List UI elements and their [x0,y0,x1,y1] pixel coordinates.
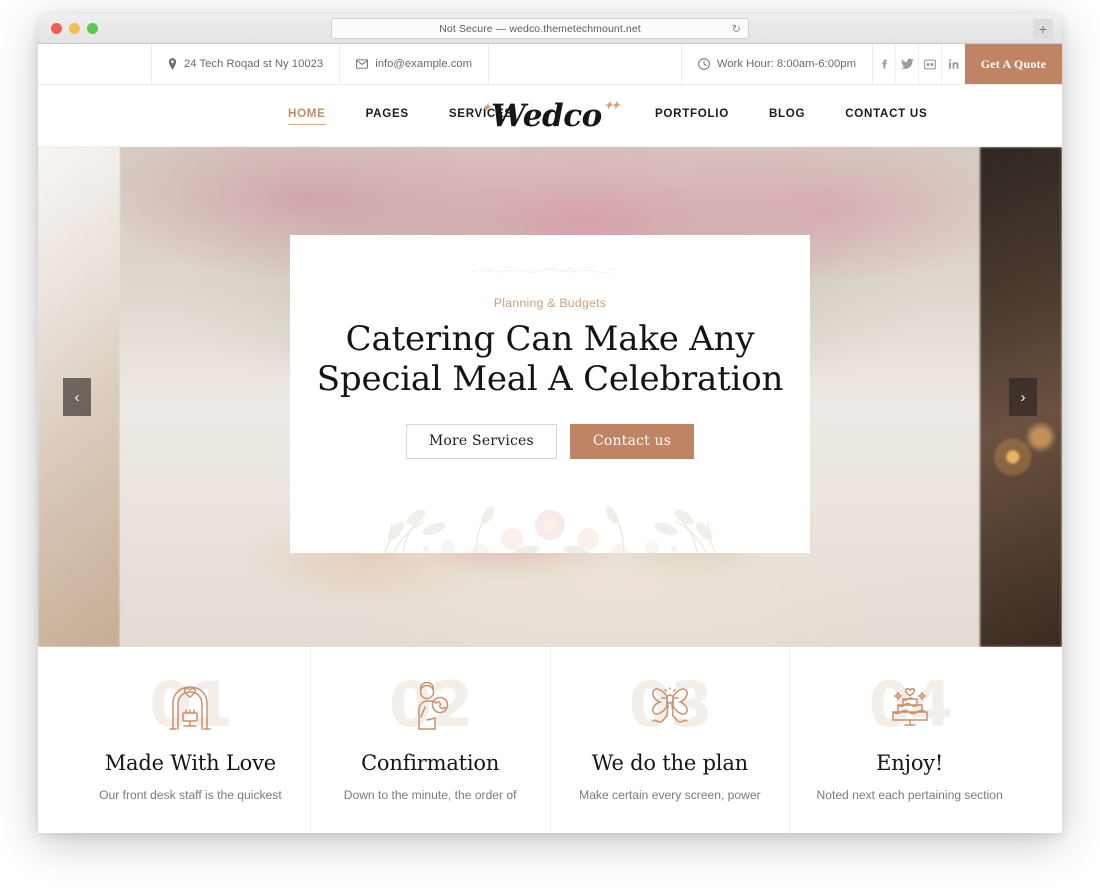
logo-sparkle-left-icon: ✦ [481,100,491,114]
feature-card-2: 02 Confirmation Down to the minute, the … [311,647,551,833]
site-topbar: 24 Tech Roqad st Ny 10023 info@example.c… [38,44,1062,85]
topbar-address: 24 Tech Roqad st Ny 10023 [151,44,339,84]
feature-title-2: Confirmation [361,751,500,775]
facebook-icon[interactable] [873,44,896,85]
feature-title-1: Made With Love [104,751,276,775]
nav-item-home[interactable]: HOME [288,107,326,125]
feature-desc-1: Our front desk staff is the quickest [99,788,282,802]
hero-content-card: Planning & Budgets Catering Can Make Any… [290,235,810,553]
site-logo-text: Wedco [491,97,602,134]
feature-card-3: 03 We do the plan Make certain every scr… [551,647,791,833]
browser-titlebar: Not Secure — wedco.themetechmount.net ↻ … [38,14,1062,44]
nav-item-portfolio[interactable]: PORTFOLIO [655,107,729,124]
hero-title-line-2: Special Meal A Celebration [316,359,784,400]
hero-title-line-1: Catering Can Make Any [345,319,755,359]
feature-card-4: 04 Enjoy! Noted next each pertaining sec… [790,647,1029,833]
reload-icon[interactable]: ↻ [732,22,741,35]
phone-call-person-icon [418,681,449,730]
hero-prev-button[interactable]: ‹ [63,378,91,416]
feature-desc-4: Noted next each pertaining section [816,788,1003,802]
page-viewport: 24 Tech Roqad st Ny 10023 info@example.c… [38,44,1062,833]
logo-sparkle-right-icon: ✦✦ [603,98,621,112]
topbar-email-text: info@example.com [375,58,473,70]
topbar-email[interactable]: info@example.com [339,44,488,84]
contact-us-button[interactable]: Contact us [569,423,695,459]
hero-button-group: More Services Contact us [405,423,695,459]
feature-desc-2: Down to the minute, the order of [343,788,517,802]
minimize-window-button[interactable] [69,23,80,34]
feature-desc-3: Make certain every screen, power [579,788,761,802]
topbar-social-links [872,44,965,85]
address-bar-text: Not Secure — wedco.themetechmount.net [439,22,641,35]
clock-icon [697,58,710,70]
hero-title: Catering Can Make Any Special Meal A Cel… [316,319,784,400]
topbar-address-text: 24 Tech Roqad st Ny 10023 [184,58,324,70]
location-pin-icon [168,58,177,70]
topbar-work-hour-text: Work Hour: 8:00am-6:00pm [716,58,856,70]
features-section: 01 Made With Love Our front desk staff i… [38,647,1062,833]
feature-icon-wrap-1: 01 [142,671,238,741]
twitter-icon[interactable] [896,44,919,85]
window-controls [51,23,98,34]
wedding-arch-icon [169,686,212,730]
feature-title-4: Enjoy! [876,751,944,775]
hero-slider: ‹ › Planning & Budgets Catering Can Make… [38,147,1062,647]
feature-icon-wrap-4: 04 [862,671,958,741]
new-tab-button[interactable]: + [1033,19,1053,39]
feature-title-3: We do the plan [591,751,748,775]
nav-item-contact-us[interactable]: CONTACT US [845,107,927,124]
flickr-icon[interactable] [919,44,942,85]
nav-item-blog[interactable]: BLOG [769,107,805,124]
topbar-left-spacer [38,44,151,84]
nav-left-group: HOME PAGES SERVICES [288,107,513,125]
chevron-right-icon: › [1020,388,1026,406]
hero-eyebrow: Planning & Budgets [493,296,607,310]
ribbon-bow-icon [651,687,688,723]
feature-card-1: 01 Made With Love Our front desk staff i… [71,647,311,833]
feature-icon-wrap-2: 02 [382,671,478,741]
wedding-cake-icon [891,687,928,726]
browser-window: Not Secure — wedco.themetechmount.net ↻ … [38,14,1062,833]
address-bar[interactable]: Not Secure — wedco.themetechmount.net ↻ [331,18,749,39]
site-navbar: HOME PAGES SERVICES ✦ Wedco ✦✦ PORTFOLIO… [38,85,1062,147]
topbar-work-hour: Work Hour: 8:00am-6:00pm [680,44,872,84]
envelope-icon [356,59,369,69]
close-window-button[interactable] [51,23,62,34]
chevron-left-icon: ‹ [74,388,80,406]
get-a-quote-button[interactable]: Get A Quote [965,44,1062,84]
hero-next-button[interactable]: › [1009,378,1037,416]
linkedin-icon[interactable] [942,44,965,85]
nav-right-group: PORTFOLIO BLOG CONTACT US [655,107,927,124]
more-services-button[interactable]: More Services [405,423,557,459]
nav-item-pages[interactable]: PAGES [366,107,409,124]
maximize-window-button[interactable] [87,23,98,34]
ornament-divider-icon [471,266,617,274]
topbar-gap [488,44,681,84]
feature-icon-wrap-3: 03 [622,671,718,741]
site-logo[interactable]: ✦ Wedco ✦✦ [481,97,621,134]
